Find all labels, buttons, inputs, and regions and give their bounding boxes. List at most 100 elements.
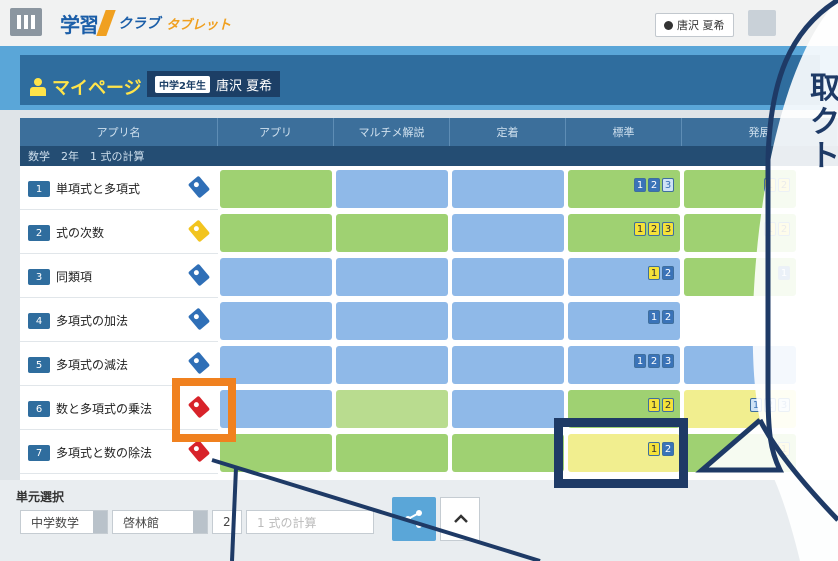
- student-name: 唐沢 夏希: [215, 78, 273, 94]
- tag-icon: [187, 307, 211, 331]
- cell-app[interactable]: [220, 170, 332, 208]
- grade-select[interactable]: 2: [212, 510, 242, 534]
- menu-icon[interactable]: [10, 8, 42, 36]
- mypage-heading: マイページ: [30, 74, 142, 100]
- logo-sub-text: クラブ: [118, 16, 160, 32]
- scroll-up-button[interactable]: [440, 497, 480, 541]
- share-icon: [405, 510, 422, 528]
- logo-swoosh: [96, 10, 116, 36]
- progress-indicator: 123: [634, 354, 674, 368]
- cell-app[interactable]: [220, 346, 332, 384]
- table-row[interactable]: 1 単項式と多項式 123 12: [20, 168, 838, 210]
- row-name-cell[interactable]: 1 単項式と多項式: [20, 168, 218, 210]
- person-icon: [30, 78, 46, 96]
- table-row[interactable]: 4 多項式の加法 12: [20, 300, 838, 342]
- cell-advanced[interactable]: 12: [684, 170, 796, 208]
- progress-indicator: 12: [648, 398, 674, 412]
- cell-advanced[interactable]: 1: [684, 434, 796, 472]
- cell-teichaku[interactable]: [452, 390, 564, 428]
- table-row[interactable]: 2 式の次数 123 12: [20, 212, 838, 254]
- chevron-down-icon: [93, 511, 107, 533]
- row-name-cell[interactable]: 4 多項式の加法: [20, 300, 218, 342]
- col-header-app: アプリ: [218, 118, 334, 146]
- row-label: 式の次数: [56, 226, 105, 240]
- cell-standard[interactable]: 12: [568, 258, 680, 296]
- col-header-app-name: アプリ名: [20, 118, 218, 146]
- row-label: 単項式と多項式: [56, 182, 141, 196]
- student-info: 中学2年生 唐沢 夏希: [147, 71, 281, 97]
- cell-advanced[interactable]: [684, 346, 796, 384]
- cell-multimedia[interactable]: [336, 434, 448, 472]
- chevron-up-icon: [454, 514, 468, 523]
- row-number: 4: [28, 313, 50, 329]
- table-header: アプリ名 アプリ マルチメ解説 定着 標準 発展: [20, 118, 838, 146]
- cell-app[interactable]: [220, 434, 332, 472]
- cell-teichaku[interactable]: [452, 214, 564, 252]
- unit-subheader: 数学 2年 1 式の計算: [20, 146, 838, 166]
- callout-text-2: ク: [810, 105, 838, 140]
- chevron-down-icon: [193, 511, 207, 533]
- mypage-title: マイページ: [52, 78, 142, 99]
- tag-icon: [187, 263, 211, 287]
- cell-app[interactable]: [220, 214, 332, 252]
- row-label: 同類項: [56, 270, 93, 284]
- row-label: 多項式の減法: [56, 358, 129, 372]
- unit-select[interactable]: 1 式の計算: [246, 510, 374, 534]
- row-name-cell[interactable]: 2 式の次数: [20, 212, 218, 254]
- cell-teichaku[interactable]: [452, 302, 564, 340]
- cell-advanced[interactable]: 123: [684, 390, 796, 428]
- cell-teichaku[interactable]: [452, 258, 564, 296]
- app-logo: 学習 クラブ タブレット: [60, 6, 231, 40]
- progress-indicator: 12: [764, 178, 790, 192]
- callout-text-3: ト: [810, 139, 838, 174]
- row-label: 多項式と数の除法: [56, 446, 153, 460]
- tag-icon: [187, 439, 211, 463]
- cell-standard[interactable]: 123: [568, 214, 680, 252]
- row-label: 数と多項式の乗法: [56, 402, 153, 416]
- cell-app[interactable]: [220, 302, 332, 340]
- cell-teichaku[interactable]: [452, 346, 564, 384]
- share-button[interactable]: [392, 497, 436, 541]
- row-number: 6: [28, 401, 50, 417]
- cell-advanced[interactable]: [684, 302, 796, 340]
- user-name: 唐沢 夏希: [677, 19, 725, 32]
- table-row[interactable]: 5 多項式の減法 123: [20, 344, 838, 386]
- table-row[interactable]: 7 多項式と数の除法 12 1: [20, 432, 838, 474]
- callout-text-1: 取: [810, 71, 838, 106]
- cell-multimedia[interactable]: [336, 302, 448, 340]
- cell-standard[interactable]: 123: [568, 170, 680, 208]
- table-row[interactable]: 3 同類項 12 1: [20, 256, 838, 298]
- cell-standard[interactable]: 123: [568, 346, 680, 384]
- tag-icon: [187, 351, 211, 375]
- row-number: 5: [28, 357, 50, 373]
- row-label: 多項式の加法: [56, 314, 129, 328]
- progress-indicator: 12: [648, 310, 674, 324]
- row-number: 3: [28, 269, 50, 285]
- row-name-cell[interactable]: 3 同類項: [20, 256, 218, 298]
- cell-multimedia[interactable]: [336, 258, 448, 296]
- textbook-select[interactable]: 啓林館: [112, 510, 208, 534]
- cell-standard[interactable]: 12: [568, 302, 680, 340]
- subject-select[interactable]: 中学数学: [20, 510, 108, 534]
- logo-tablet-text: タブレット: [166, 17, 232, 33]
- cell-app[interactable]: [220, 390, 332, 428]
- cell-advanced[interactable]: 1: [684, 258, 796, 296]
- cell-multimedia[interactable]: [336, 346, 448, 384]
- table-row[interactable]: 6 数と多項式の乗法 12 123: [20, 388, 838, 430]
- cell-teichaku[interactable]: [452, 434, 564, 472]
- cell-multimedia[interactable]: [336, 214, 448, 252]
- cell-teichaku[interactable]: [452, 170, 564, 208]
- progress-indicator: 12: [764, 222, 790, 236]
- user-button[interactable]: 唐沢 夏希: [655, 13, 734, 37]
- grade-badge: 中学2年生: [155, 75, 210, 93]
- cell-multimedia[interactable]: [336, 390, 448, 428]
- col-header-multimedia: マルチメ解説: [334, 118, 450, 146]
- cell-advanced[interactable]: 12: [684, 214, 796, 252]
- logo-main-text: 学習: [60, 12, 99, 37]
- progress-indicator: 123: [750, 398, 790, 412]
- highlight-standard-cell-box: [554, 418, 688, 488]
- cell-app[interactable]: [220, 258, 332, 296]
- logout-button[interactable]: [748, 10, 776, 36]
- cell-multimedia[interactable]: [336, 170, 448, 208]
- row-number: 1: [28, 181, 50, 197]
